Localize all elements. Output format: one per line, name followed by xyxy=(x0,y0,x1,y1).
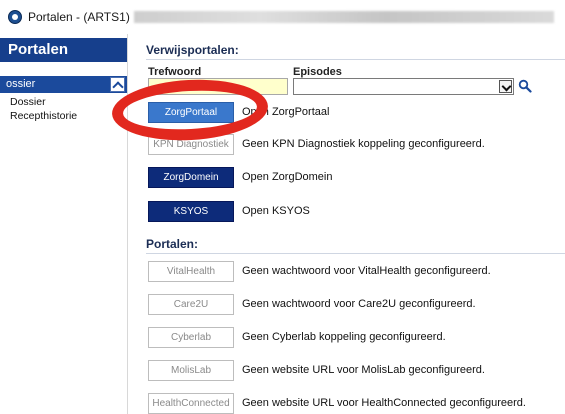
kpn-diagnostiek-status: Geen KPN Diagnostiek koppeling geconfigu… xyxy=(242,138,485,150)
healthconnected-status: Geen website URL voor HealthConnected ge… xyxy=(242,397,526,409)
episodes-label: Episodes xyxy=(293,66,342,78)
molislab-button[interactable]: MolisLab xyxy=(148,360,234,381)
app-globe-icon xyxy=(8,10,22,24)
sidebar-group-label: ossier xyxy=(6,78,36,90)
chevron-down-icon[interactable] xyxy=(499,80,512,93)
molislab-status: Geen website URL voor MolisLab geconfigu… xyxy=(242,364,485,376)
cyberlab-status: Geen Cyberlab koppeling geconfigureerd. xyxy=(242,331,446,343)
section-divider xyxy=(146,253,565,254)
care2u-button[interactable]: Care2U xyxy=(148,294,234,315)
vitalhealth-button[interactable]: VitalHealth xyxy=(148,261,234,282)
ksyos-status: Open KSYOS xyxy=(242,205,310,217)
care2u-status: Geen wachtwoord voor Care2U geconfiguree… xyxy=(242,298,476,310)
search-icon[interactable] xyxy=(518,79,532,93)
trefwoord-input[interactable] xyxy=(148,78,288,95)
zorgportaal-status: Open ZorgPortaal xyxy=(242,106,330,118)
title-bar: Portalen - (ARTS1) xyxy=(0,0,565,34)
cyberlab-button[interactable]: Cyberlab xyxy=(148,327,234,348)
main-panel: Verwijsportalen: Trefwoord Episodes Zorg… xyxy=(138,34,565,414)
ksyos-button[interactable]: KSYOS xyxy=(148,201,234,222)
sidebar: Portalen ossier Dossier Recepthistorie xyxy=(0,34,128,414)
zorgdomein-status: Open ZorgDomein xyxy=(242,171,333,183)
healthconnected-button[interactable]: HealthConnected xyxy=(148,393,234,414)
trefwoord-label: Trefwoord xyxy=(148,66,202,78)
collapse-chevron-up-icon[interactable] xyxy=(110,77,125,92)
title-redacted-region xyxy=(133,11,554,23)
zorgportaal-button[interactable]: ZorgPortaal xyxy=(148,102,234,123)
sidebar-item-dossier[interactable]: Dossier xyxy=(10,96,46,108)
section-title-portalen: Portalen: xyxy=(146,237,199,251)
vitalhealth-status: Geen wachtwoord voor VitalHealth geconfi… xyxy=(242,265,491,277)
sidebar-header: Portalen xyxy=(0,38,127,62)
section-title-verwijsportalen: Verwijsportalen: xyxy=(146,43,239,57)
section-divider xyxy=(146,59,565,60)
sidebar-item-recepthistorie[interactable]: Recepthistorie xyxy=(10,110,77,122)
kpn-diagnostiek-button[interactable]: KPN Diagnostiek xyxy=(148,134,234,155)
window-title: Portalen - (ARTS1) xyxy=(28,10,130,24)
zorgdomein-button[interactable]: ZorgDomein xyxy=(148,167,234,188)
episodes-select[interactable] xyxy=(293,78,514,95)
sidebar-group-dossier[interactable]: ossier xyxy=(0,76,127,93)
